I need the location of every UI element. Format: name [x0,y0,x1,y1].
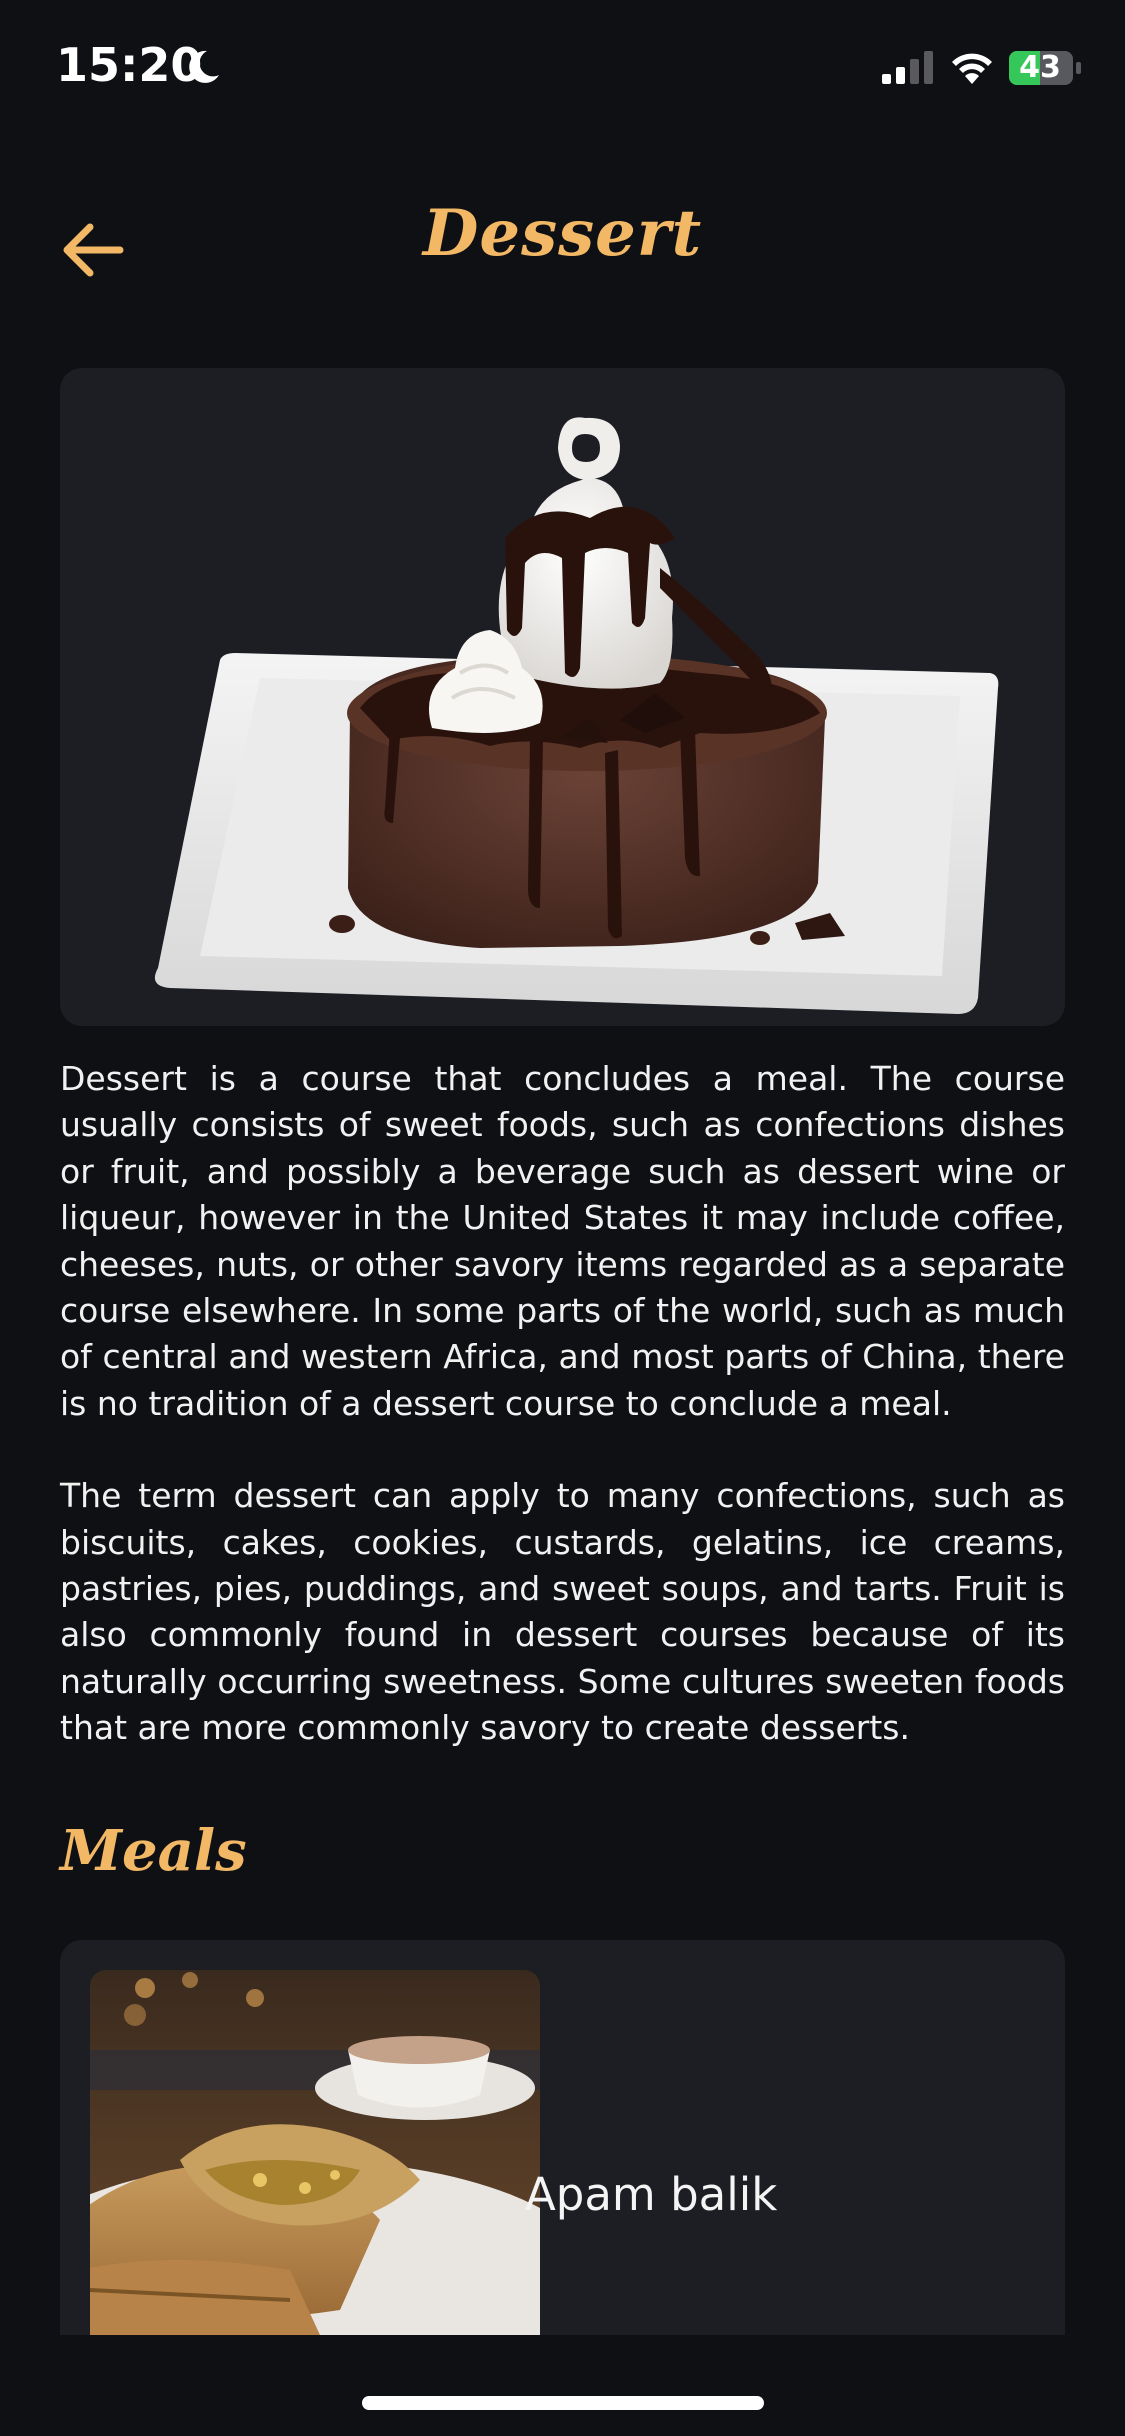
page-title: Dessert [422,196,703,271]
category-image [60,368,1065,1026]
meal-thumbnail [90,1970,540,2335]
status-time: 15:20 [56,38,203,92]
category-description: Dessert is a course that concludes a mea… [60,1056,1065,1798]
battery-level: 43 [1019,50,1061,85]
meal-card[interactable] [60,1940,1065,2335]
status-bar: 15:20 43 [0,0,1125,140]
cellular-signal-icon [882,51,933,84]
description-paragraph: The term dessert can apply to many confe… [60,1476,1065,1748]
meals-section-title: Meals [60,1818,247,1884]
moon-icon [189,50,219,83]
meal-image [90,1970,540,2335]
wifi-icon [952,53,992,84]
home-indicator [362,2396,764,2410]
dessert-image [154,417,999,1014]
description-paragraph: Dessert is a course that concludes a mea… [60,1059,1065,1423]
meal-name: Apam balik [525,2168,778,2221]
